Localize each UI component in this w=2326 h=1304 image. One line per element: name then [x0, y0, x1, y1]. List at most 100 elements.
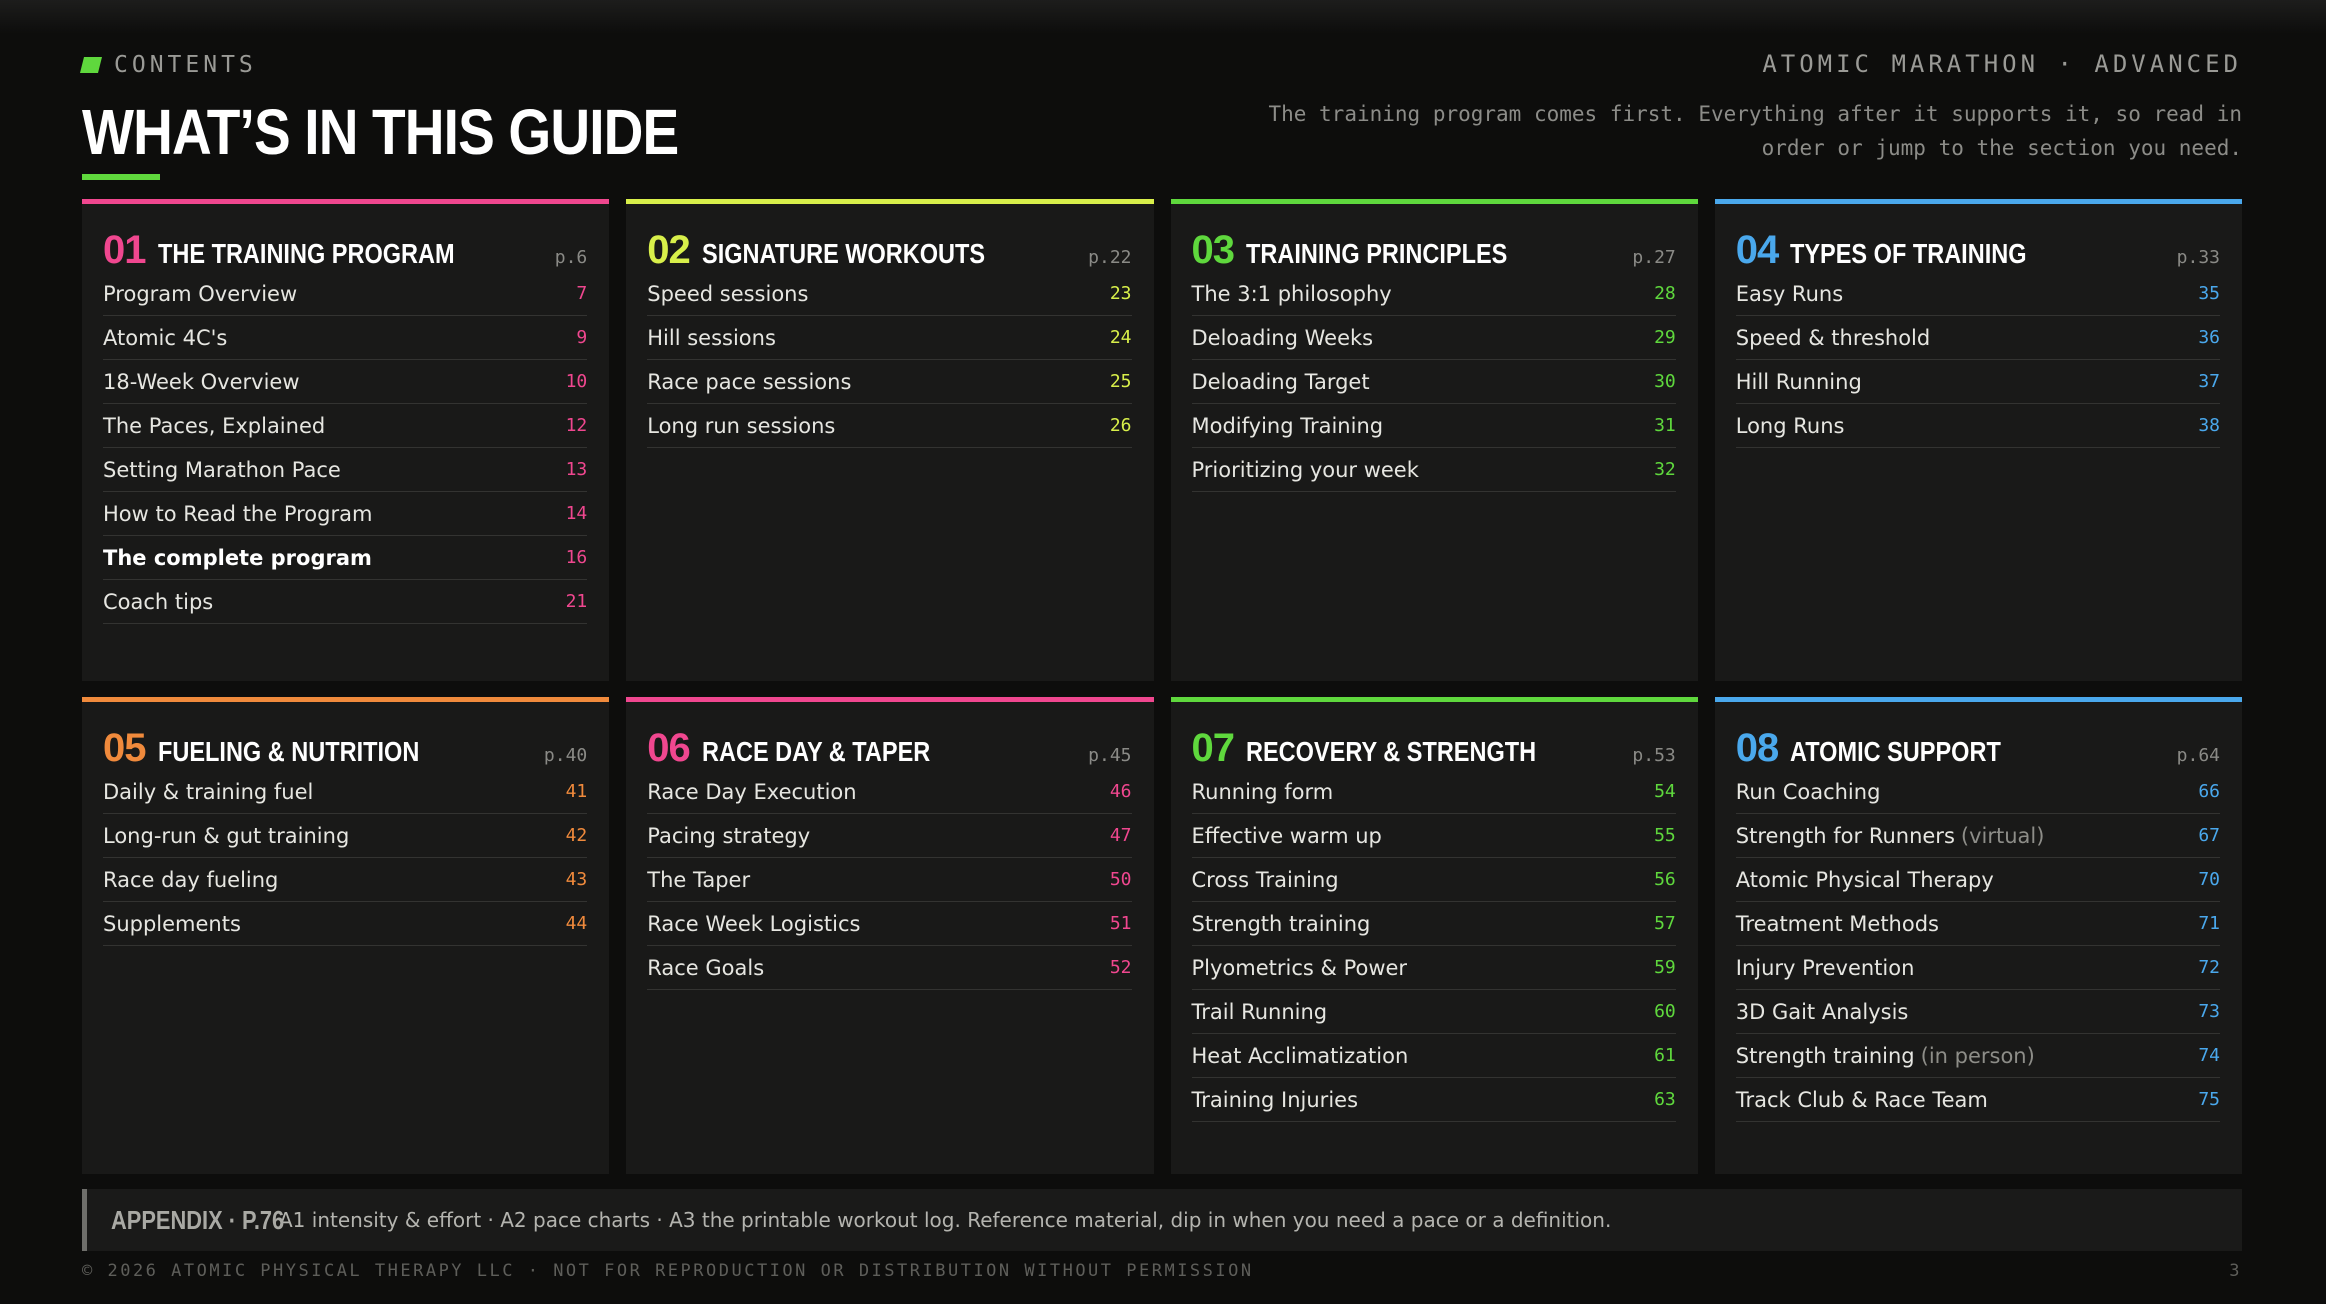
toc-entry-label-wrap: Long Runs — [1736, 414, 1845, 438]
toc-entry-label-wrap: Treatment Methods — [1736, 912, 1939, 936]
toc-entry-label-wrap: Injury Prevention — [1736, 956, 1915, 980]
toc-entry[interactable]: Modifying Training 31 — [1191, 404, 1676, 448]
toc-entry-label: Training Injuries — [1191, 1087, 1359, 1112]
toc-entry-label-wrap: Race Day Execution — [647, 780, 856, 804]
toc-entry[interactable]: Setting Marathon Pace 13 — [103, 448, 588, 492]
toc-entry-label-wrap: Speed sessions — [647, 282, 808, 306]
section-card[interactable]: 02 SIGNATURE WORKOUTS p.22 Speed sessions 23… — [626, 199, 1154, 681]
toc-entry[interactable]: Race day fueling 43 — [103, 858, 588, 902]
toc-entry-page: 37 — [2198, 371, 2220, 392]
toc-entry[interactable]: Speed sessions 23 — [647, 272, 1132, 316]
toc-entry-label: Long-run & gut training — [103, 823, 350, 848]
toc-entry-label: Cross Training — [1191, 867, 1339, 892]
toc-entry-label-wrap: Pacing strategy — [647, 824, 810, 848]
toc-entry[interactable]: Pacing strategy 47 — [647, 814, 1132, 858]
toc-entry[interactable]: The complete program 16 — [103, 536, 588, 580]
toc-entry[interactable]: Hill Running 37 — [1735, 360, 2220, 404]
section-number: 05 — [103, 726, 146, 770]
toc-entry[interactable]: Track Club & Race Team 75 — [1735, 1078, 2220, 1122]
toc-entry-page: 71 — [2198, 913, 2220, 934]
toc-entry[interactable]: Treatment Methods 71 — [1735, 902, 2220, 946]
toc-entry-label: Strength training — [1191, 911, 1371, 936]
toc-entry[interactable]: The Paces, Explained 12 — [103, 404, 588, 448]
toc-entry-page: 61 — [1654, 1045, 1676, 1066]
toc-entry[interactable]: Strength training (in person) 74 — [1735, 1034, 2220, 1078]
toc-entry[interactable]: Training Injuries 63 — [1191, 1078, 1676, 1122]
toc-entry[interactable]: Hill sessions 24 — [647, 316, 1132, 360]
section-items: Program Overview 7 Atomic 4C's 9 18-Week Ove… — [103, 272, 588, 624]
toc-entry-label-wrap: Cross Training — [1192, 868, 1339, 892]
toc-entry[interactable]: Long-run & gut training 42 — [103, 814, 588, 858]
toc-entry[interactable]: Plyometrics & Power 59 — [1191, 946, 1676, 990]
toc-entry-label: Running form — [1191, 779, 1334, 804]
toc-entry[interactable]: The Taper 50 — [647, 858, 1132, 902]
toc-entry-label: Hill Running — [1735, 369, 1862, 394]
toc-entry-note: (virtual) — [1960, 823, 2045, 848]
toc-entry[interactable]: Heat Acclimatization 61 — [1191, 1034, 1676, 1078]
toc-entry-label: Speed & threshold — [1735, 325, 1931, 350]
toc-entry[interactable]: Atomic Physical Therapy 70 — [1735, 858, 2220, 902]
toc-entry-label: Trail Running — [1191, 999, 1328, 1024]
section-page: p.6 — [554, 247, 588, 268]
toc-entry[interactable]: The 3:1 philosophy 28 — [1191, 272, 1676, 316]
toc-entry[interactable]: Easy Runs 35 — [1735, 272, 2220, 316]
toc-entry[interactable]: Race pace sessions 25 — [647, 360, 1132, 404]
toc-entry[interactable]: Run Coaching 66 — [1735, 770, 2220, 814]
section-card[interactable]: 03 TRAINING PRINCIPLES p.27 The 3:1 philoso… — [1170, 199, 1698, 681]
toc-entry[interactable]: 18-Week Overview 10 — [103, 360, 588, 404]
section-card[interactable]: 07 RECOVERY & STRENGTH p.53 Running form 54 E… — [1170, 697, 1698, 1174]
toc-entry[interactable]: Strength for Runners (virtual) 67 — [1735, 814, 2220, 858]
toc-entry[interactable]: Trail Running 60 — [1191, 990, 1676, 1034]
toc-entry-label: 3D Gait Analysis — [1735, 999, 1909, 1024]
toc-entry[interactable]: Race Goals 52 — [647, 946, 1132, 990]
appendix-bar[interactable]: APPENDIX · P.76 A1 intensity & effort · … — [82, 1189, 2242, 1251]
section-items: Run Coaching 66 Strength for Runners (virtu… — [1735, 770, 2220, 1122]
toc-entry[interactable]: Program Overview 7 — [103, 272, 588, 316]
section-header: 05 FUELING & NUTRITION p.40 — [103, 726, 587, 770]
section-title: TRAINING PRINCIPLES — [1246, 238, 1508, 269]
toc-entry-page: 42 — [565, 825, 588, 846]
toc-entry-label: Hill sessions — [647, 325, 776, 350]
toc-entry[interactable]: Injury Prevention 72 — [1735, 946, 2220, 990]
toc-entry-label-wrap: Easy Runs — [1736, 282, 1843, 306]
toc-entry[interactable]: Running form 54 — [1191, 770, 1676, 814]
toc-entry[interactable]: 3D Gait Analysis 73 — [1735, 990, 2220, 1034]
toc-entry[interactable]: Daily & training fuel 41 — [103, 770, 588, 814]
toc-entry-page: 7 — [576, 283, 588, 304]
toc-entry[interactable]: Atomic 4C's 9 — [103, 316, 588, 360]
toc-entry-label: Long Runs — [1735, 413, 1845, 438]
toc-entry[interactable]: How to Read the Program 14 — [103, 492, 588, 536]
toc-entry[interactable]: Deloading Target 30 — [1191, 360, 1676, 404]
toc-entry[interactable]: Race Week Logistics 51 — [647, 902, 1132, 946]
section-card[interactable]: 05 FUELING & NUTRITION p.40 Daily & trainin… — [82, 697, 610, 1174]
footer: © 2026 ATOMIC PHYSICAL THERAPY LLC · NOT… — [82, 1261, 2242, 1281]
toc-entry[interactable]: Deloading Weeks 29 — [1191, 316, 1676, 360]
toc-entry-page: 74 — [2198, 1045, 2220, 1066]
section-card[interactable]: 04 TYPES OF TRAINING p.33 Easy Runs 35 Speed … — [1714, 199, 2242, 681]
toc-entry-label: Run Coaching — [1735, 779, 1881, 804]
toc-entry[interactable]: Prioritizing your week 32 — [1191, 448, 1676, 492]
toc-entry-label-wrap: Training Injuries — [1192, 1088, 1359, 1112]
toc-entry-label: Race Week Logistics — [647, 911, 861, 936]
section-number: 07 — [1191, 726, 1235, 770]
toc-entry-label: The Paces, Explained — [103, 413, 326, 438]
toc-entry[interactable]: Supplements 44 — [103, 902, 588, 946]
toc-entry-page: 13 — [565, 459, 588, 480]
toc-entry[interactable]: Long Runs 38 — [1735, 404, 2220, 448]
toc-entry[interactable]: Speed & threshold 36 — [1735, 316, 2220, 360]
toc-entry[interactable]: Effective warm up 55 — [1191, 814, 1676, 858]
section-card[interactable]: 06 RACE DAY & TAPER p.45 Race Day Execution… — [626, 697, 1154, 1174]
section-card[interactable]: 08 ATOMIC SUPPORT p.64 Run Coaching 66 Streng… — [1714, 697, 2242, 1174]
toc-entry[interactable]: Long run sessions 26 — [647, 404, 1132, 448]
toc-entry-label: Modifying Training — [1191, 413, 1384, 438]
toc-entry-page: 56 — [1654, 869, 1676, 890]
toc-entry-label: Race Day Execution — [647, 779, 857, 804]
toc-entry[interactable]: Cross Training 56 — [1191, 858, 1676, 902]
toc-entry[interactable]: Strength training 57 — [1191, 902, 1676, 946]
toc-entry-label-wrap: Track Club & Race Team — [1736, 1088, 1988, 1112]
toc-entry-label-wrap: Plyometrics & Power — [1192, 956, 1408, 980]
toc-entry[interactable]: Race Day Execution 46 — [647, 770, 1132, 814]
toc-entry[interactable]: Coach tips 21 — [103, 580, 588, 624]
toc-entry-page: 14 — [565, 503, 588, 524]
section-card[interactable]: 01 THE TRAINING PROGRAM p.6 Program Overvie… — [82, 199, 610, 681]
